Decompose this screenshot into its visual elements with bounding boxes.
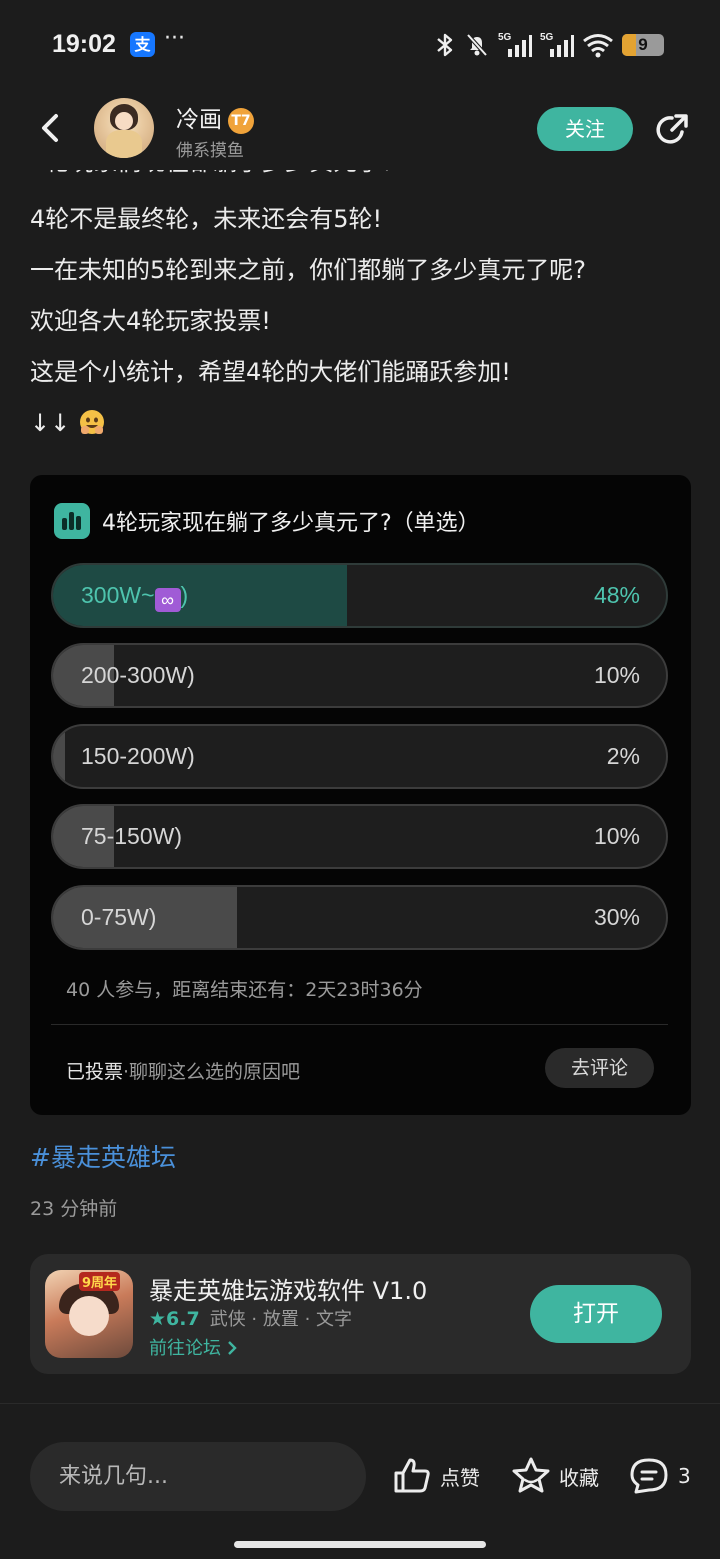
top-bar: 冷画 T7 佛系摸鱼 关注 [0, 90, 720, 170]
poll-option-percent: 10% [593, 823, 640, 849]
poll-option-percent: 10% [593, 662, 640, 688]
forum-link[interactable]: 前往论坛 [149, 1334, 237, 1360]
mute-icon [466, 33, 488, 57]
post-line-arrows: ↓↓ [30, 398, 690, 449]
poll-option-label: 300W~ ∞) [81, 582, 189, 612]
author-name[interactable]: 冷画 [176, 107, 222, 133]
more-notifications-icon: ··· [164, 26, 185, 51]
app-name[interactable]: 暴走英雄坛游戏软件 V1.0 [149, 1271, 427, 1306]
alipay-icon: 支 [130, 32, 155, 57]
poll-option[interactable]: 150-200W) 2% [51, 724, 668, 789]
voted-hint: ·聊聊这么选的原因吧 [123, 1061, 301, 1083]
post-line: 这是个小统计，希望4轮的大佬们能踊跃参加! [30, 358, 511, 386]
thumbs-up-icon [394, 1458, 430, 1493]
poll-option-bar [53, 726, 66, 787]
open-app-button[interactable]: 打开 [530, 1285, 662, 1343]
follow-button[interactable]: 关注 [537, 107, 633, 151]
poll-option-percent: 48% [593, 582, 640, 608]
like-button[interactable]: 点赞 [392, 1456, 480, 1496]
signal-icon: 5G [498, 32, 532, 57]
poll-option[interactable]: 300W~ ∞) 48% [51, 563, 668, 628]
poll-option[interactable]: 0-75W) 30% [51, 885, 668, 950]
comments-button[interactable]: 3 [628, 1456, 691, 1496]
infinity-emoji-icon: ∞ [154, 588, 181, 612]
app-card[interactable]: 9周年 暴走英雄坛游戏软件 V1.0 ★6.7 武侠 · 放置 · 文字 前往论坛… [30, 1254, 691, 1374]
bluetooth-icon [437, 33, 453, 57]
poll-option-label: 75-150W) [81, 823, 182, 849]
chevron-right-icon [227, 1341, 237, 1355]
home-indicator[interactable] [234, 1541, 486, 1548]
grin-emoji-icon [79, 410, 104, 434]
comment-placeholder: 来说几句... [59, 1464, 168, 1489]
signal-icon-2: 5G [540, 32, 574, 57]
topic-tag[interactable]: #暴走英雄坛 [30, 1138, 176, 1174]
app-tags: 武侠 · 放置 · 文字 [209, 1309, 353, 1330]
poll-participation: 40 人参与，距离结束还有：2天23时36分 [66, 979, 423, 1001]
poll-option-label: 0-75W) [81, 904, 157, 930]
status-bar: 19:02 支 ··· 5G 5G 9 [0, 0, 720, 90]
post-line: 4轮不是最终轮，未来还会有5轮! [30, 205, 383, 233]
divider [51, 1024, 668, 1025]
poll-option[interactable]: 75-150W) 10% [51, 804, 668, 869]
poll-chart-icon [54, 503, 90, 539]
net-label-1: 5G [498, 32, 512, 43]
star-icon [512, 1457, 550, 1493]
anniversary-badge: 9周年 [79, 1272, 121, 1291]
poll-option[interactable]: 200-300W) 10% [51, 643, 668, 708]
comments-count: 3 [678, 1464, 691, 1488]
poll-option-percent: 30% [593, 904, 640, 930]
status-icons: 5G 5G 9 [434, 30, 664, 60]
author-name-row[interactable]: 冷画 T7 [176, 100, 254, 134]
app-icon[interactable]: 9周年 [45, 1270, 133, 1358]
app-score: ★6.7 [149, 1308, 200, 1330]
wifi-icon [583, 34, 613, 58]
poll-title: 4轮玩家现在躺了多少真元了?（单选） [102, 511, 480, 536]
post-time: 23 分钟前 [30, 1198, 118, 1220]
battery-icon: 9 [622, 34, 664, 56]
divider [0, 1403, 720, 1404]
clock: 19:02 [52, 30, 116, 58]
battery-level: 9 [638, 35, 648, 54]
favorite-button[interactable]: 收藏 [511, 1456, 599, 1496]
share-icon[interactable] [652, 110, 692, 150]
net-label-2: 5G [540, 32, 554, 43]
favorite-label: 收藏 [559, 1465, 599, 1490]
author-avatar[interactable] [94, 98, 154, 158]
post-content: 4轮玩家们现在都躺了多少真元了？ 4轮不是最终轮，未来还会有5轮! 一在未知的5… [30, 160, 690, 449]
level-badge: T7 [228, 107, 254, 134]
author-title: 佛系摸鱼 [176, 141, 244, 161]
comment-bubble-icon [630, 1458, 668, 1494]
app-rating-row: ★6.7 武侠 · 放置 · 文字 [149, 1305, 352, 1331]
comment-input[interactable]: 来说几句... [30, 1442, 366, 1511]
post-line: 一在未知的5轮到来之前，你们都躺了多少真元了呢? [30, 256, 587, 284]
like-label: 点赞 [440, 1465, 480, 1490]
voted-status: 已投票·聊聊这么选的原因吧 [66, 1061, 301, 1083]
post-line: 欢迎各大4轮玩家投票! [30, 307, 271, 335]
poll-card: 4轮玩家现在躺了多少真元了?（单选） 300W~ ∞) 48% 200-300W)… [30, 475, 691, 1115]
poll-option-label: 150-200W) [81, 743, 195, 769]
poll-title-row: 4轮玩家现在躺了多少真元了?（单选） [54, 503, 480, 539]
go-comment-button[interactable]: 去评论 [545, 1048, 654, 1088]
poll-option-percent: 2% [606, 743, 640, 769]
back-arrow-icon[interactable] [30, 108, 70, 148]
poll-option-label: 200-300W) [81, 662, 195, 688]
